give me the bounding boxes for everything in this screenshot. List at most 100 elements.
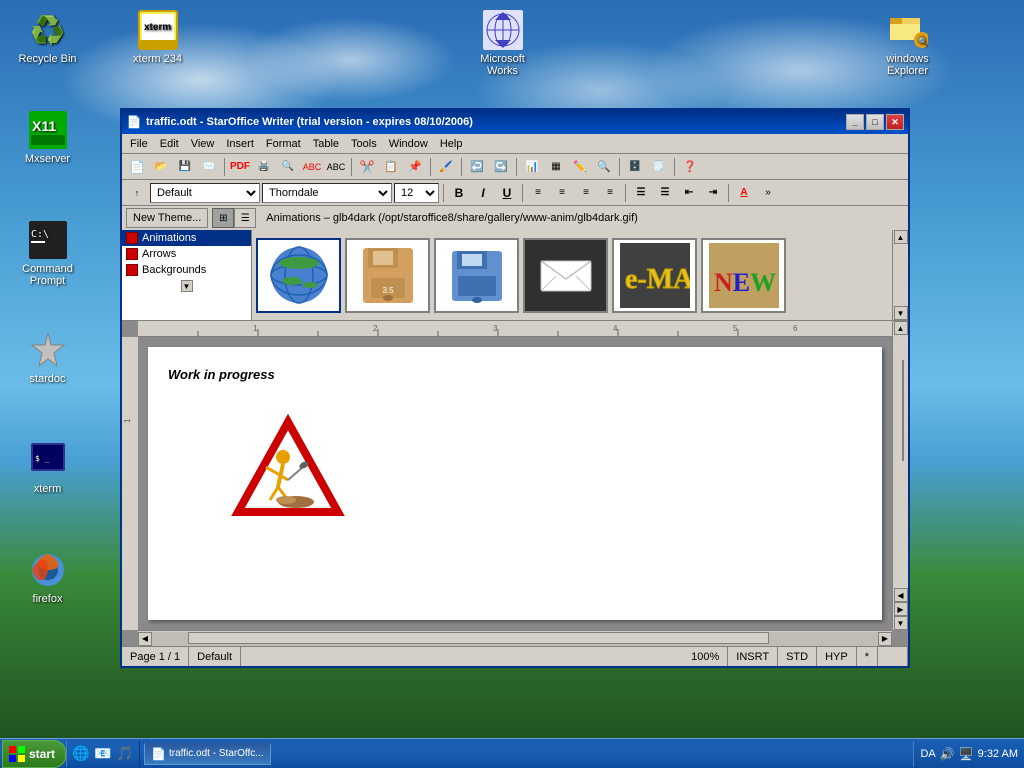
- style-selector[interactable]: Default: [150, 183, 260, 203]
- status-mode-insrt[interactable]: INSRT: [728, 647, 778, 666]
- desktop-icon-mxserver[interactable]: X11 Mxserver: [10, 110, 85, 165]
- menu-tools[interactable]: Tools: [345, 136, 383, 152]
- next-page-button[interactable]: ▶: [894, 602, 908, 616]
- tb-fields[interactable]: 🗒️: [648, 157, 670, 177]
- menu-help[interactable]: Help: [434, 136, 469, 152]
- tb-find[interactable]: 🔍: [593, 157, 615, 177]
- menu-window[interactable]: Window: [383, 136, 434, 152]
- tb-cut[interactable]: ✂️: [356, 157, 378, 177]
- minimize-button[interactable]: _: [846, 114, 864, 130]
- desktop-icon-xterm234[interactable]: xterm xterm 234: [120, 10, 195, 65]
- scrollbar-horizontal[interactable]: ◀ ▶: [138, 630, 892, 646]
- gallery-list-view[interactable]: ☰: [234, 208, 256, 228]
- status-mode-std[interactable]: STD: [778, 647, 817, 666]
- ql-media-icon[interactable]: 🎵: [115, 744, 135, 764]
- bold-button[interactable]: B: [448, 183, 470, 203]
- align-left[interactable]: ≡: [527, 183, 549, 203]
- scroll-h-track[interactable]: [152, 632, 878, 646]
- italic-button[interactable]: I: [472, 183, 494, 203]
- desktop-icon-windows-explorer[interactable]: 🔍 windows Explorer: [870, 10, 945, 77]
- tb-help[interactable]: ❓: [679, 157, 701, 177]
- menu-format[interactable]: Format: [260, 136, 307, 152]
- menu-view[interactable]: View: [185, 136, 221, 152]
- tb-chart[interactable]: 📊: [521, 157, 543, 177]
- indent-more[interactable]: ⇥: [702, 183, 724, 203]
- align-right[interactable]: ≡: [575, 183, 597, 203]
- menu-file[interactable]: File: [124, 136, 154, 152]
- tb-datasources[interactable]: 🗄️: [624, 157, 646, 177]
- menu-table[interactable]: Table: [307, 136, 345, 152]
- status-mode-star[interactable]: *: [857, 647, 878, 666]
- desktop-icon-command-prompt[interactable]: C:\ Command Prompt: [10, 220, 85, 287]
- desktop-icon-stardoc[interactable]: stardoc: [10, 330, 85, 385]
- new-theme-button[interactable]: New Theme...: [126, 208, 208, 228]
- status-mode-hyp[interactable]: HYP: [817, 647, 857, 666]
- gallery-item-emax[interactable]: e-MAX: [612, 238, 697, 313]
- numbering[interactable]: ☰: [654, 183, 676, 203]
- menu-insert[interactable]: Insert: [220, 136, 260, 152]
- gallery-item-globe[interactable]: [256, 238, 341, 313]
- gallery-cat-arrows[interactable]: Arrows: [122, 246, 251, 262]
- ql-email-icon[interactable]: 📧: [93, 744, 113, 764]
- gallery-cat-backgrounds[interactable]: Backgrounds: [122, 262, 251, 278]
- status-zoom[interactable]: 100%: [683, 647, 728, 666]
- close-button[interactable]: ✕: [886, 114, 904, 130]
- desktop-icon-firefox[interactable]: firefox: [10, 550, 85, 605]
- desktop-icon-xterm[interactable]: $ _ xterm: [10, 440, 85, 495]
- scroll-h-thumb[interactable]: [188, 632, 769, 644]
- scroll-down-button[interactable]: ▼: [894, 616, 908, 630]
- gallery-sidebar[interactable]: Animations Arrows Backgrounds ▼: [122, 230, 252, 320]
- prev-page-button[interactable]: ◀: [894, 588, 908, 602]
- desktop-icon-msworks[interactable]: Microsoft Works: [465, 10, 540, 77]
- maximize-button[interactable]: □: [866, 114, 884, 130]
- tb-email[interactable]: ✉️: [198, 157, 220, 177]
- tb-style-arrow[interactable]: ↑: [126, 183, 148, 203]
- scroll-left-button[interactable]: ◀: [138, 632, 152, 646]
- size-selector[interactable]: 12: [394, 183, 439, 203]
- gallery-scroll-down[interactable]: ▼: [894, 306, 908, 320]
- menu-edit[interactable]: Edit: [154, 136, 185, 152]
- tb-print[interactable]: 🖨️: [253, 157, 275, 177]
- indent-less[interactable]: ⇤: [678, 183, 700, 203]
- tb-redo[interactable]: ↪️: [490, 157, 512, 177]
- tb-paste[interactable]: 📌: [404, 157, 426, 177]
- fmt-more[interactable]: »: [757, 183, 779, 203]
- gallery-cat-animations[interactable]: Animations: [122, 230, 251, 246]
- ql-ie-icon[interactable]: 🌐: [71, 744, 91, 764]
- gallery-item-new[interactable]: NEW: [701, 238, 786, 313]
- category-icon: [126, 264, 138, 276]
- gallery-sidebar-scroll[interactable]: ▼: [181, 280, 193, 292]
- taskbar-app-writer[interactable]: 📄 traffic.odt - StarOffc...: [144, 743, 271, 765]
- tb-new[interactable]: 📄: [126, 157, 148, 177]
- tb-spellcheck2[interactable]: ABC: [325, 157, 347, 177]
- tb-preview[interactable]: 🔍: [277, 157, 299, 177]
- tb-draw[interactable]: ✏️: [569, 157, 591, 177]
- scroll-up-button[interactable]: ▲: [894, 321, 908, 335]
- underline-button[interactable]: U: [496, 183, 518, 203]
- align-justify[interactable]: ≡: [599, 183, 621, 203]
- gallery-item-mail[interactable]: [523, 238, 608, 313]
- scrollbar-vertical[interactable]: ▲ ◀ ▶ ▼: [892, 321, 908, 630]
- tb-undo[interactable]: ↩️: [466, 157, 488, 177]
- bullets[interactable]: ☰: [630, 183, 652, 203]
- gallery-scroll-up[interactable]: ▲: [894, 230, 908, 244]
- tb-open[interactable]: 📂: [150, 157, 172, 177]
- gallery-item-floppy1[interactable]: 3.5: [345, 238, 430, 313]
- gallery-item-floppy2[interactable]: [434, 238, 519, 313]
- tb-spellcheck[interactable]: ABC: [301, 157, 323, 177]
- gallery-scrollbar[interactable]: ▲ ▼: [892, 230, 908, 320]
- gallery-icon-view[interactable]: ⊞: [212, 208, 234, 228]
- font-color[interactable]: A: [733, 183, 755, 203]
- titlebar[interactable]: 📄 traffic.odt - StarOffice Writer (trial…: [122, 110, 908, 134]
- start-button[interactable]: start: [2, 740, 66, 768]
- align-center[interactable]: ≡: [551, 183, 573, 203]
- font-selector[interactable]: Thorndale: [262, 183, 392, 203]
- tb-pdf[interactable]: PDF: [229, 157, 251, 177]
- tb-table[interactable]: ▦: [545, 157, 567, 177]
- desktop-icon-recycle-bin[interactable]: ♻️ Recycle Bin: [10, 10, 85, 65]
- tb-copy[interactable]: 📋: [380, 157, 402, 177]
- scroll-right-button[interactable]: ▶: [878, 632, 892, 646]
- tb-save[interactable]: 💾: [174, 157, 196, 177]
- tb-format-paint[interactable]: 🖌️: [435, 157, 457, 177]
- scroll-v-thumb[interactable]: [902, 360, 904, 461]
